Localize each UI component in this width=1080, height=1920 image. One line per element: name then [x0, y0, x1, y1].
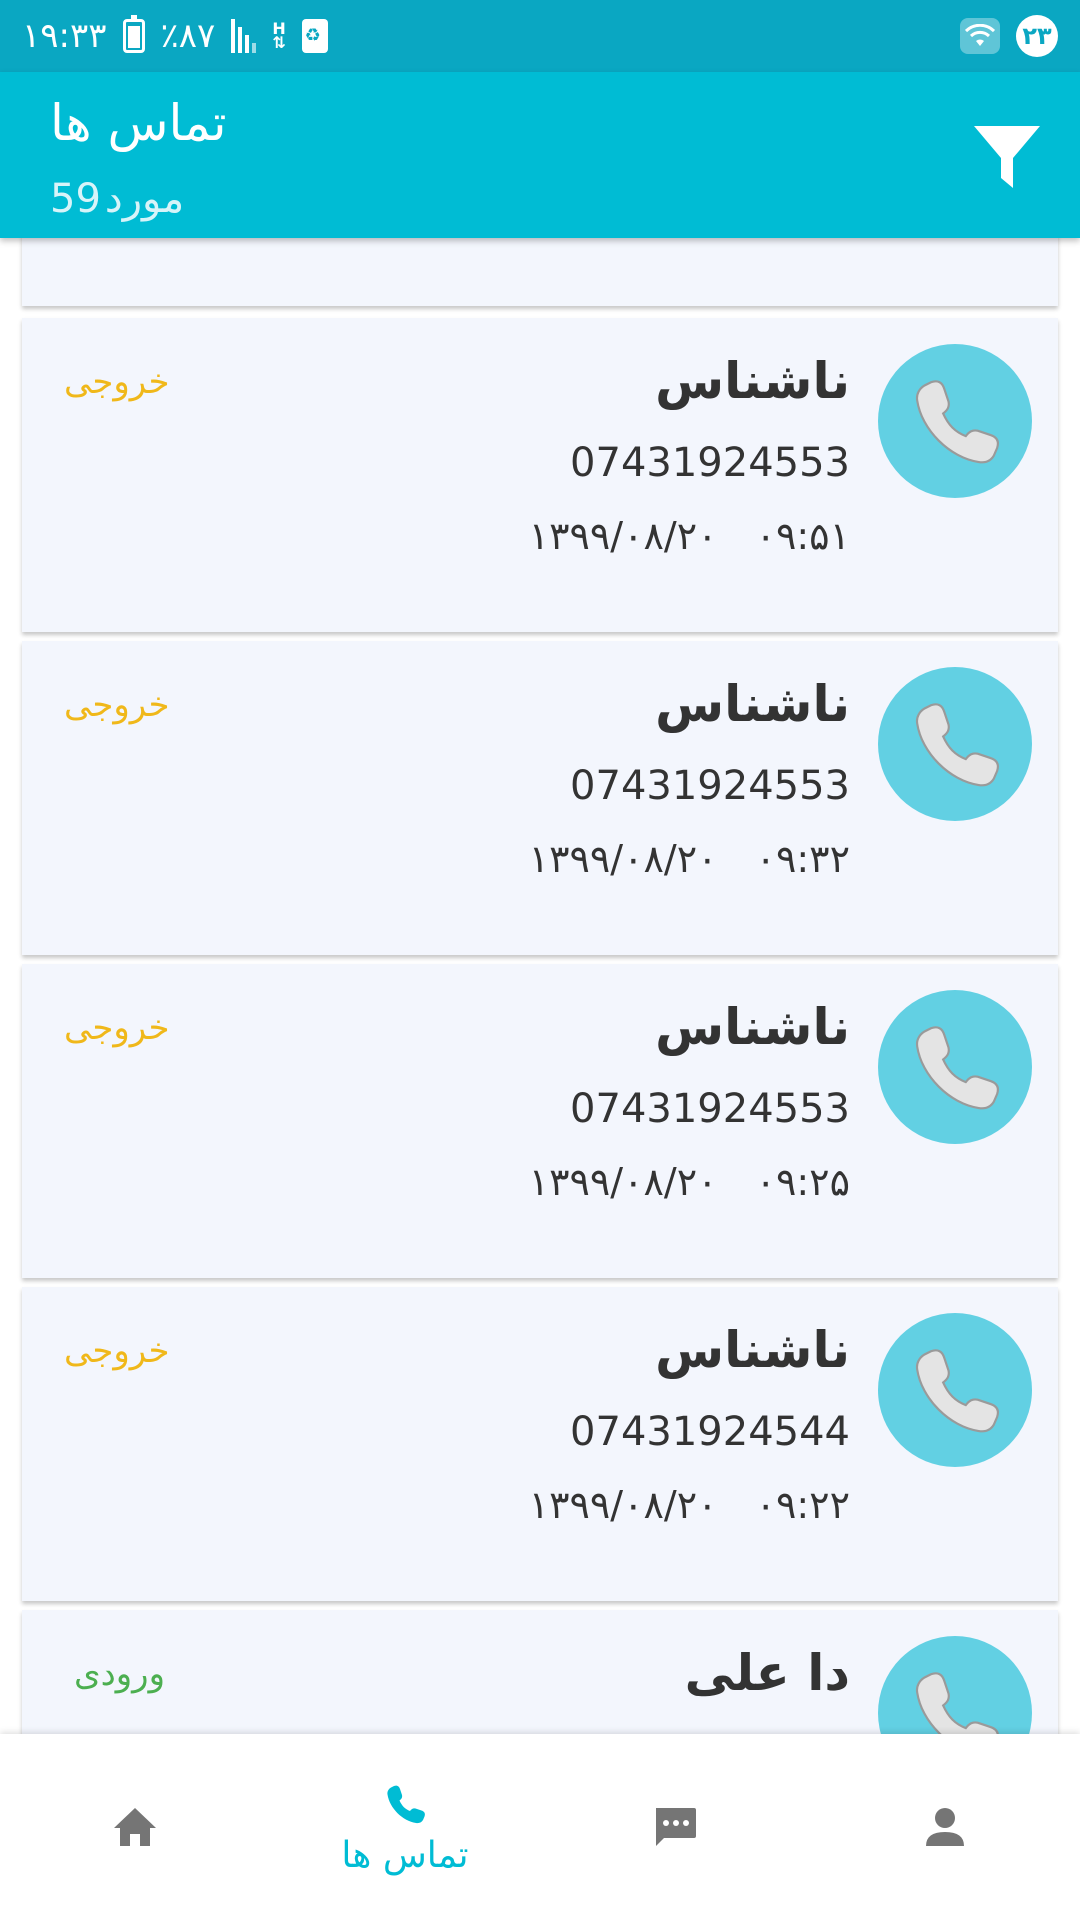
page-title: تماس ها [50, 94, 227, 152]
phone-icon [915, 1026, 1000, 1110]
call-time: ۰۹:۲۲ [755, 1483, 850, 1527]
phone-icon [915, 1349, 1000, 1433]
avatar [878, 990, 1032, 1144]
status-right: ۲۳ [960, 15, 1058, 57]
phone-number: 07431924553 [570, 440, 850, 486]
app-bar: تماس ها 59 مورد [0, 72, 1080, 238]
phone-number: 07431924544 [570, 1409, 850, 1455]
call-date: ۱۳۹۹/۰۸/۲۰ [528, 514, 718, 558]
item-count-number: 59 [50, 176, 101, 222]
avatar [878, 667, 1032, 821]
person-icon [926, 1808, 964, 1846]
call-item[interactable]: ناشناس 07431924553 ۱۳۹۹/۰۸/۲۰ ۰۹:۵۱ خروج… [22, 318, 1058, 632]
call-item[interactable]: ناشناس 07431924553 ۱۳۹۹/۰۸/۲۰ ۰۹:۳۲ خروج… [22, 641, 1058, 955]
call-item[interactable]: ناشناس 07431924544 ۱۳۹۹/۰۸/۲۰ ۰۹:۲۲ خروج… [22, 1287, 1058, 1601]
contact-name: ناشناس [655, 1321, 850, 1379]
signal-icon [231, 19, 257, 53]
notification-badge: ۲۳ [1016, 15, 1058, 57]
call-type: خروجی [64, 685, 170, 725]
call-time: ۰۹:۵۱ [755, 514, 850, 558]
nav-calls[interactable]: تماس ها [270, 1734, 540, 1920]
call-datetime: ۱۳۹۹/۰۸/۲۰ ۰۹:۵۱ [529, 514, 850, 558]
call-date: ۱۳۹۹/۰۸/۲۰ [528, 837, 718, 881]
contact-name: دا علی [684, 1644, 850, 1702]
call-date: ۱۳۹۹/۰۸/۲۰ [528, 1483, 718, 1527]
call-item[interactable]: دا علی ورودی [22, 1610, 1058, 1734]
item-count-unit: مورد [104, 176, 185, 222]
call-type: خروجی [64, 1008, 170, 1048]
contact-name: ناشناس [655, 352, 850, 410]
wifi-icon [960, 18, 1000, 54]
contact-name: ناشناس [655, 675, 850, 733]
avatar [878, 344, 1032, 498]
status-time: ۱۹:۳۳ [22, 16, 107, 56]
phone-icon [915, 703, 1000, 787]
list-item[interactable] [22, 238, 1058, 306]
message-icon [656, 1808, 696, 1846]
call-datetime: ۱۳۹۹/۰۸/۲۰ ۰۹:۳۲ [529, 837, 850, 881]
filter-icon[interactable] [972, 122, 1042, 192]
call-type: خروجی [64, 362, 170, 402]
call-datetime: ۱۳۹۹/۰۸/۲۰ ۰۹:۲۲ [529, 1483, 850, 1527]
call-time: ۰۹:۳۲ [755, 837, 850, 881]
wifi-symbol [965, 24, 995, 46]
nav-profile[interactable] [810, 1734, 1080, 1920]
call-date: ۱۳۹۹/۰۸/۲۰ [528, 1160, 718, 1204]
phone-icon [915, 380, 1000, 464]
phone-number: 07431924553 [570, 1086, 850, 1132]
phone-number: 07431924553 [570, 763, 850, 809]
avatar [878, 1636, 1032, 1734]
bottom-nav: تماس ها [0, 1734, 1080, 1920]
nav-messages[interactable] [540, 1734, 810, 1920]
nav-home[interactable] [0, 1734, 270, 1920]
nav-calls-label: تماس ها [341, 1834, 469, 1876]
network-type-icon: H ⇅ [272, 19, 286, 52]
home-icon [114, 1808, 156, 1846]
call-list[interactable]: ناشناس 07431924553 ۱۳۹۹/۰۸/۲۰ ۰۹:۵۱ خروج… [0, 238, 1080, 1734]
battery-percent: ٪۸۷ [160, 16, 216, 56]
call-type: ورودی [74, 1654, 166, 1694]
call-type: خروجی [64, 1331, 170, 1371]
call-time: ۰۹:۲۵ [755, 1160, 850, 1204]
phone-icon [915, 1672, 999, 1734]
recycle-icon [301, 19, 328, 53]
call-item[interactable]: ناشناس 07431924553 ۱۳۹۹/۰۸/۲۰ ۰۹:۲۵ خروج… [22, 964, 1058, 1278]
status-bar: ۱۹:۳۳ ٪۸۷ H⇅ ۲۳ [0, 0, 1080, 72]
battery-icon [122, 15, 145, 53]
avatar [878, 1313, 1032, 1467]
call-datetime: ۱۳۹۹/۰۸/۲۰ ۰۹:۲۵ [529, 1160, 850, 1204]
phone-icon [387, 1785, 425, 1823]
contact-name: ناشناس [655, 998, 850, 1056]
item-count: 59 مورد [50, 176, 184, 222]
status-left: ۱۹:۳۳ ٪۸۷ H ⇅ [22, 15, 328, 56]
